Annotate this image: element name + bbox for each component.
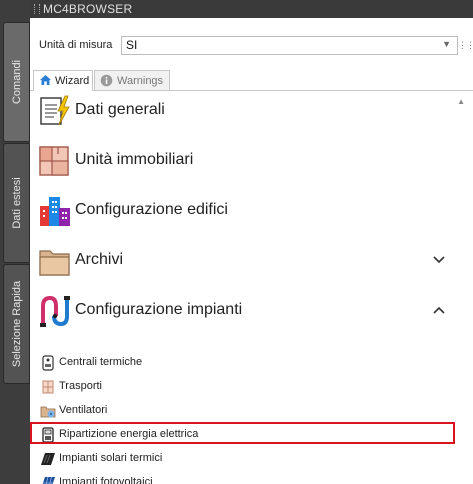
fan-icon: [40, 403, 56, 419]
chevron-up-icon[interactable]: [432, 302, 446, 320]
wizard-content[interactable]: ▲ Dati generali Unità immobiliari Config…: [30, 91, 473, 484]
category-label: Dati generali: [75, 101, 165, 118]
side-tab-label: Dati estesi: [10, 177, 23, 229]
boiler-icon: [40, 355, 56, 371]
tab-bar: Wizard Warnings: [30, 68, 473, 91]
subitem-label: Ventilatori: [59, 404, 108, 416]
tab-wizard-label: Wizard: [55, 75, 90, 87]
solar-thermal-icon: [40, 451, 56, 467]
browser-panel: Unità di misura SI ▼ ⋮⋮ Wizard Warnings …: [30, 18, 473, 484]
unit-label: Unità di misura: [39, 39, 113, 51]
pipes-icon: [38, 294, 72, 328]
grip-dots-icon: ⋮⋮: [458, 40, 473, 50]
tab-warnings-label: Warnings: [117, 75, 164, 87]
tab-warnings[interactable]: Warnings: [94, 70, 170, 90]
unit-select-value: SI: [126, 38, 138, 52]
category-label: Configurazione edifici: [75, 201, 228, 218]
photovoltaic-icon: [40, 475, 56, 484]
highlight-box: [30, 422, 455, 444]
category-label: Configurazione impianti: [75, 301, 243, 318]
side-tab-rail: Comandi Dati estesi Selezione Rapida: [0, 0, 30, 484]
info-icon: [100, 74, 113, 90]
side-tab-comandi[interactable]: Comandi: [3, 22, 30, 142]
category-unita-immobiliari[interactable]: Unità immobiliari: [38, 142, 458, 182]
document-lightning-icon: [38, 94, 72, 128]
subitem-impianti-solari-termici[interactable]: Impianti solari termici: [38, 448, 458, 470]
drag-grip-icon[interactable]: [34, 4, 40, 14]
window-title: MC4BROWSER: [43, 2, 133, 16]
category-label: Archivi: [75, 251, 124, 268]
dropdown-arrow-icon[interactable]: ▼: [442, 39, 451, 49]
palette-titlebar[interactable]: MC4BROWSER: [30, 0, 473, 18]
category-label: Unità immobiliari: [75, 151, 194, 168]
subitem-label: Trasporti: [59, 380, 102, 392]
category-configurazione-impianti[interactable]: Configurazione impianti: [38, 292, 458, 332]
subitem-ventilatori[interactable]: Ventilatori: [38, 400, 458, 422]
subitem-label: Centrali termiche: [59, 356, 143, 368]
buildings-icon: [38, 194, 72, 228]
tab-wizard[interactable]: Wizard: [33, 70, 93, 91]
subitem-label: Impianti solari termici: [59, 452, 163, 464]
side-tab-selezione-rapida[interactable]: Selezione Rapida: [3, 264, 30, 384]
subitem-centrali-termiche[interactable]: Centrali termiche: [38, 352, 458, 374]
scroll-up-icon[interactable]: ▲: [457, 97, 465, 106]
floorplan-icon: [38, 144, 72, 178]
category-configurazione-edifici[interactable]: Configurazione edifici: [38, 192, 458, 232]
category-dati-generali[interactable]: Dati generali: [38, 92, 458, 132]
folder-icon: [38, 244, 72, 278]
category-archivi[interactable]: Archivi: [38, 242, 458, 282]
chevron-down-icon[interactable]: [432, 252, 446, 270]
side-tab-label: Selezione Rapida: [10, 280, 23, 368]
subitem-trasporti[interactable]: Trasporti: [38, 376, 458, 398]
transport-icon: [40, 379, 56, 395]
subitem-impianti-fotovoltaici[interactable]: Impianti fotovoltaici: [38, 472, 458, 484]
unit-select[interactable]: SI ▼: [121, 36, 458, 55]
subitem-label: Impianti fotovoltaici: [59, 476, 153, 484]
home-icon: [39, 74, 52, 89]
side-tab-dati-estesi[interactable]: Dati estesi: [3, 143, 30, 263]
side-tab-label: Comandi: [10, 59, 23, 105]
